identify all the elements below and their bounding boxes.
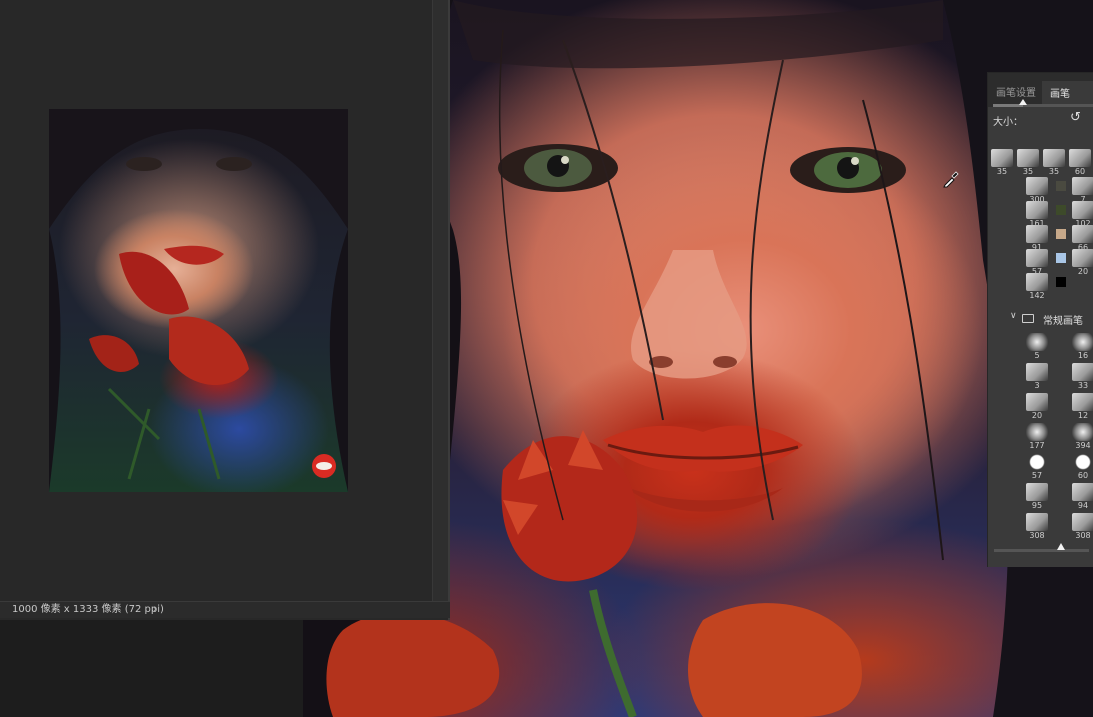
brush-size-label: 16 bbox=[1077, 351, 1089, 360]
vertical-scrollbar[interactable] bbox=[432, 0, 448, 602]
brush-preset[interactable]: 394 bbox=[1072, 423, 1093, 451]
brush-stroke-icon bbox=[1072, 225, 1093, 243]
brush-preset[interactable]: 60 bbox=[1069, 149, 1091, 177]
brush-group-label: 常规画笔 bbox=[1043, 316, 1083, 327]
brush-preset[interactable]: 57 bbox=[1026, 453, 1048, 481]
brush-size-label: 35 bbox=[1022, 167, 1034, 176]
reset-icon[interactable]: ↺ bbox=[1070, 110, 1081, 125]
brush-preset[interactable]: 177 bbox=[1026, 423, 1048, 451]
brush-stroke-icon bbox=[1072, 177, 1093, 195]
brush-stroke-icon bbox=[1072, 393, 1093, 411]
brushes-panel: 画笔设置 画笔 大小： ↺ ∨ 常规画笔 35 35 35 60 300 7 161 102 9… bbox=[987, 72, 1093, 567]
brush-stroke-icon bbox=[1026, 513, 1048, 531]
brush-size-label: 394 bbox=[1075, 441, 1091, 450]
brush-size-label: 20 bbox=[1031, 411, 1043, 420]
tab-brush-settings[interactable]: 画笔设置 bbox=[996, 84, 1036, 99]
preview-size-slider-thumb[interactable] bbox=[1056, 543, 1065, 550]
brush-preset[interactable]: 308 bbox=[1072, 513, 1093, 541]
brush-preset[interactable]: 35 bbox=[1043, 149, 1065, 177]
brush-preset[interactable]: 16 bbox=[1072, 333, 1093, 361]
brush-preset[interactable]: 20 bbox=[1026, 393, 1048, 421]
brush-stroke-icon bbox=[1026, 393, 1048, 411]
brush-preset[interactable]: 94 bbox=[1072, 483, 1093, 511]
brush-stroke-icon bbox=[1026, 483, 1048, 501]
brush-stroke-icon bbox=[991, 149, 1013, 167]
brush-size-label: 35 bbox=[1048, 167, 1060, 176]
brush-stroke-icon bbox=[1026, 453, 1048, 471]
brush-size-label: 35 bbox=[996, 167, 1008, 176]
brush-preset[interactable]: 95 bbox=[1026, 483, 1048, 511]
brush-stroke-icon bbox=[1026, 363, 1048, 381]
reference-image[interactable] bbox=[49, 109, 348, 492]
brush-preset[interactable]: 12 bbox=[1072, 393, 1093, 421]
brush-stroke-icon bbox=[1017, 149, 1039, 167]
brush-stroke-icon bbox=[1026, 273, 1048, 291]
brush-size-label: 5 bbox=[1034, 351, 1040, 360]
brush-stroke-icon bbox=[1026, 201, 1048, 219]
brush-stroke-icon bbox=[1026, 423, 1048, 441]
color-swatch[interactable] bbox=[1056, 277, 1066, 287]
color-swatch[interactable] bbox=[1056, 253, 1066, 263]
color-swatch[interactable] bbox=[1056, 205, 1066, 215]
brush-stroke-icon bbox=[1072, 363, 1093, 381]
brush-size-label: 60 bbox=[1077, 471, 1089, 480]
brush-size-label: 33 bbox=[1077, 381, 1089, 390]
brush-size-label: 12 bbox=[1077, 411, 1089, 420]
brush-preset[interactable]: 3 bbox=[1026, 363, 1048, 391]
brush-stroke-icon bbox=[1072, 513, 1093, 531]
brush-stroke-icon bbox=[1026, 225, 1048, 243]
chevron-down-icon[interactable]: ∨ bbox=[1010, 311, 1017, 321]
document-size-info: 1000 像素 x 1333 像素 (72 ppi) bbox=[12, 604, 164, 615]
folder-icon bbox=[1022, 314, 1034, 323]
panel-tab-bar: 画笔设置 画笔 bbox=[988, 73, 1093, 107]
brush-size-label: 142 bbox=[1029, 291, 1045, 300]
preview-size-slider[interactable] bbox=[994, 549, 1089, 552]
document-window: 1000 像素 x 1333 像素 (72 ppi) › bbox=[0, 0, 450, 620]
brush-stroke-icon bbox=[1026, 177, 1048, 195]
brush-stroke-icon bbox=[1069, 149, 1091, 167]
brush-stroke-icon bbox=[1072, 453, 1093, 471]
brush-size-label: 3 bbox=[1034, 381, 1040, 390]
brush-stroke-icon bbox=[1072, 423, 1093, 441]
brush-stroke-icon bbox=[1072, 201, 1093, 219]
brush-preset[interactable]: 308 bbox=[1026, 513, 1048, 541]
reference-photo bbox=[49, 109, 348, 492]
brush-preset[interactable]: 20 bbox=[1072, 249, 1093, 277]
brush-preset[interactable]: 35 bbox=[1017, 149, 1039, 177]
size-slider-thumb[interactable] bbox=[1019, 99, 1027, 105]
status-bar: 1000 像素 x 1333 像素 (72 ppi) › bbox=[0, 601, 450, 618]
eyedropper-cursor-icon bbox=[943, 171, 959, 188]
size-label: 大小： bbox=[993, 117, 1023, 128]
brush-preset[interactable]: 35 bbox=[991, 149, 1013, 177]
brush-preset[interactable]: 33 bbox=[1072, 363, 1093, 391]
color-swatch[interactable] bbox=[1056, 229, 1066, 239]
size-row: 大小： ↺ bbox=[988, 107, 1093, 133]
brush-preset[interactable]: 5 bbox=[1026, 333, 1048, 361]
brush-size-label: 95 bbox=[1031, 501, 1043, 510]
brush-stroke-icon bbox=[1072, 483, 1093, 501]
color-swatch[interactable] bbox=[1056, 181, 1066, 191]
brush-stroke-icon bbox=[1026, 333, 1048, 351]
brush-stroke-icon bbox=[1043, 149, 1065, 167]
brush-group-row[interactable]: ∨ 常规画笔 bbox=[988, 309, 1093, 327]
brush-size-label: 308 bbox=[1075, 531, 1091, 540]
brush-preset[interactable]: 60 bbox=[1072, 453, 1093, 481]
brush-preset[interactable]: 142 bbox=[1026, 273, 1048, 301]
brush-stroke-icon bbox=[1072, 333, 1093, 351]
brush-size-label: 94 bbox=[1077, 501, 1089, 510]
brush-size-label: 60 bbox=[1074, 167, 1086, 176]
brush-size-label: 57 bbox=[1031, 471, 1043, 480]
brush-size-label: 20 bbox=[1077, 267, 1089, 276]
brush-stroke-icon bbox=[1026, 249, 1048, 267]
brush-stroke-icon bbox=[1072, 249, 1093, 267]
brush-size-label: 308 bbox=[1029, 531, 1045, 540]
size-slider[interactable] bbox=[993, 99, 1093, 107]
status-menu-arrow[interactable]: › bbox=[153, 602, 157, 618]
brush-size-label: 177 bbox=[1029, 441, 1045, 450]
